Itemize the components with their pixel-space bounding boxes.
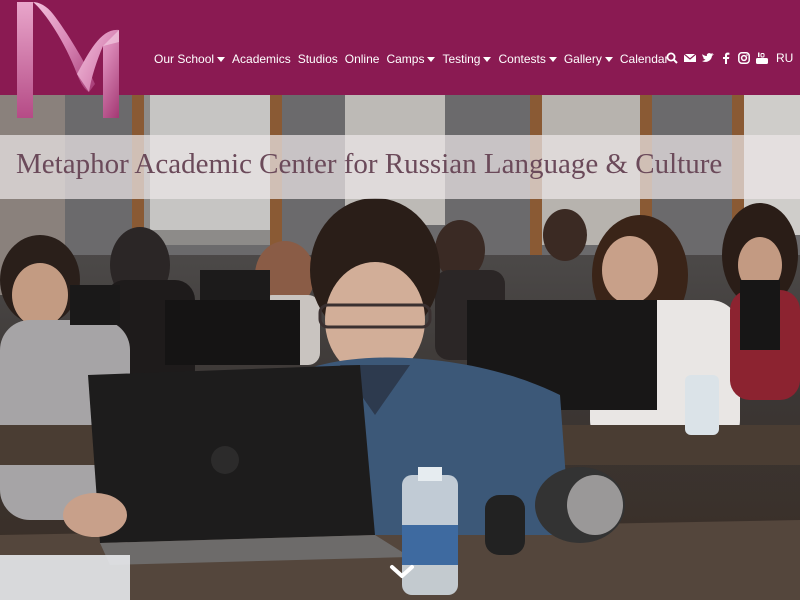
- logo-m-mark: [17, 2, 119, 119]
- nav-academics[interactable]: Academics: [232, 52, 291, 66]
- caret-down-icon: [483, 56, 492, 62]
- caret-down-icon: [427, 56, 436, 62]
- nav-camps[interactable]: Camps: [386, 52, 436, 66]
- nav-label: Studios: [297, 52, 338, 66]
- nav-testing[interactable]: Testing: [442, 52, 492, 66]
- nav-label: Calendar: [619, 52, 669, 66]
- instagram-icon[interactable]: [738, 51, 750, 65]
- youtube-icon[interactable]: [756, 51, 768, 65]
- caret-down-icon: [217, 56, 226, 62]
- hero-title-banner: Metaphor Academic Center for Russian Lan…: [0, 135, 800, 199]
- nav-gallery[interactable]: Gallery: [564, 52, 613, 66]
- nav-studios[interactable]: Studios: [298, 52, 338, 66]
- search-icon[interactable]: [666, 51, 678, 65]
- language-switch[interactable]: RU: [776, 51, 793, 65]
- nav-label: Gallery: [563, 52, 602, 66]
- facebook-icon[interactable]: [720, 51, 732, 65]
- hero-section: Metaphor Academic Center for Russian Lan…: [0, 95, 800, 600]
- site-logo[interactable]: [15, 2, 125, 120]
- hero-title: Metaphor Academic Center for Russian Lan…: [16, 148, 723, 180]
- envelope-icon[interactable]: [684, 51, 696, 65]
- nav-calendar[interactable]: Calendar: [620, 52, 669, 66]
- nav-label: Academics: [232, 52, 291, 66]
- caret-down-icon: [604, 56, 613, 62]
- nav-label: Testing: [442, 52, 481, 66]
- header-icons: RU: [666, 51, 793, 65]
- main-nav: Our School Academics Studios Online Camp…: [154, 52, 676, 66]
- twitter-icon[interactable]: [702, 51, 714, 65]
- nav-label: Online: [344, 52, 380, 66]
- nav-label: Camps: [386, 52, 425, 66]
- nav-label: Contests: [498, 52, 546, 66]
- nav-contests[interactable]: Contests: [498, 52, 557, 66]
- nav-label: Our School: [154, 52, 215, 66]
- caret-down-icon: [548, 56, 557, 62]
- nav-our-school[interactable]: Our School: [154, 52, 226, 66]
- chevron-down-icon[interactable]: [389, 561, 415, 583]
- nav-online[interactable]: Online: [345, 52, 380, 66]
